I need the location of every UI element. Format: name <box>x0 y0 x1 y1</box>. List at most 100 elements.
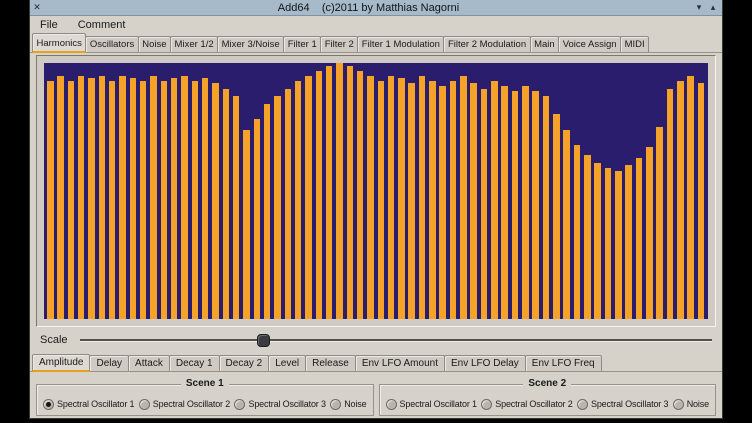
tab-filter-2-modulation[interactable]: Filter 2 Modulation <box>443 36 530 52</box>
tab-main[interactable]: Main <box>530 36 560 52</box>
harmonic-bar-33[interactable] <box>378 81 385 319</box>
harmonic-bar-40[interactable] <box>450 81 457 319</box>
harmonic-bar-41[interactable] <box>460 76 467 319</box>
slider-track[interactable] <box>80 339 712 342</box>
harmonic-bar-13[interactable] <box>171 78 178 319</box>
harmonic-bar-16[interactable] <box>202 78 209 319</box>
harmonic-bar-38[interactable] <box>429 81 436 319</box>
harmonic-bar-42[interactable] <box>470 83 477 319</box>
tab-filter-1[interactable]: Filter 1 <box>283 36 321 52</box>
harmonic-bar-23[interactable] <box>274 96 281 319</box>
harmonic-bar-43[interactable] <box>481 89 488 319</box>
radio-scene1-noise[interactable]: Noise <box>330 399 366 410</box>
scale-slider[interactable] <box>80 333 712 347</box>
radio-scene2-spectral-oscillator-3[interactable]: Spectral Oscillator 3 <box>577 399 668 410</box>
harmonic-bar-49[interactable] <box>543 96 550 319</box>
tab-harmonics[interactable]: Harmonics <box>32 33 86 53</box>
harmonic-bar-25[interactable] <box>295 81 302 319</box>
harmonic-bar-22[interactable] <box>264 104 271 319</box>
radio-scene1-spectral-oscillator-3[interactable]: Spectral Oscillator 3 <box>234 399 325 410</box>
harmonic-bar-14[interactable] <box>181 76 188 319</box>
tab-mixer-1-2[interactable]: Mixer 1/2 <box>170 36 218 52</box>
harmonic-bar-29[interactable] <box>336 63 343 319</box>
harmonic-bar-4[interactable] <box>78 76 85 319</box>
harmonic-bar-6[interactable] <box>99 76 106 319</box>
harmonic-bar-26[interactable] <box>305 76 312 319</box>
harmonic-bar-24[interactable] <box>285 89 292 319</box>
tab-filter-2[interactable]: Filter 2 <box>320 36 358 52</box>
harmonic-bar-53[interactable] <box>584 155 591 319</box>
harmonic-bar-32[interactable] <box>367 76 374 319</box>
harmonic-bar-48[interactable] <box>532 91 539 319</box>
shade-up-icon[interactable]: ▴ <box>707 2 719 14</box>
close-icon[interactable]: ✕ <box>30 2 44 13</box>
harmonic-bar-59[interactable] <box>646 147 653 319</box>
tab-delay[interactable]: Delay <box>89 355 129 371</box>
harmonic-bar-27[interactable] <box>316 71 323 319</box>
tab-decay-1[interactable]: Decay 1 <box>169 355 220 371</box>
harmonic-bar-5[interactable] <box>88 78 95 319</box>
harmonic-bar-63[interactable] <box>687 76 694 319</box>
harmonic-bar-61[interactable] <box>667 89 674 319</box>
harmonic-bar-9[interactable] <box>130 78 137 319</box>
menu-file[interactable]: File <box>37 18 61 32</box>
harmonic-bar-45[interactable] <box>501 86 508 319</box>
harmonic-bar-36[interactable] <box>408 83 415 319</box>
shade-down-icon[interactable]: ▾ <box>693 2 705 14</box>
radio-scene2-noise[interactable]: Noise <box>673 399 709 410</box>
harmonic-bar-28[interactable] <box>326 66 333 319</box>
harmonic-bar-20[interactable] <box>243 130 250 319</box>
harmonic-bar-51[interactable] <box>563 130 570 319</box>
tab-decay-2[interactable]: Decay 2 <box>219 355 270 371</box>
harmonic-bar-54[interactable] <box>594 163 601 319</box>
harmonic-bar-1[interactable] <box>47 81 54 319</box>
radio-scene1-spectral-oscillator-1[interactable]: Spectral Oscillator 1 <box>43 399 134 410</box>
radio-scene2-spectral-oscillator-1[interactable]: Spectral Oscillator 1 <box>386 399 477 410</box>
tab-filter-1-modulation[interactable]: Filter 1 Modulation <box>357 36 444 52</box>
harmonic-bar-39[interactable] <box>439 86 446 319</box>
tab-env-lfo-amount[interactable]: Env LFO Amount <box>355 355 445 371</box>
harmonic-bar-34[interactable] <box>388 76 395 319</box>
tab-env-lfo-freq[interactable]: Env LFO Freq <box>525 355 602 371</box>
radio-scene2-spectral-oscillator-2[interactable]: Spectral Oscillator 2 <box>481 399 572 410</box>
harmonic-bar-55[interactable] <box>605 168 612 319</box>
harmonic-bar-31[interactable] <box>357 71 364 319</box>
radio-scene1-spectral-oscillator-2[interactable]: Spectral Oscillator 2 <box>139 399 230 410</box>
harmonic-bar-44[interactable] <box>491 81 498 319</box>
tab-mixer-3-noise[interactable]: Mixer 3/Noise <box>217 36 284 52</box>
harmonic-bar-58[interactable] <box>636 158 643 319</box>
harmonic-bar-19[interactable] <box>233 96 240 319</box>
harmonic-bar-12[interactable] <box>161 81 168 319</box>
tab-attack[interactable]: Attack <box>128 355 170 371</box>
harmonic-bar-21[interactable] <box>254 119 261 319</box>
harmonic-bar-10[interactable] <box>140 81 147 319</box>
harmonic-bar-62[interactable] <box>677 81 684 319</box>
tab-level[interactable]: Level <box>268 355 306 371</box>
harmonic-bar-8[interactable] <box>119 76 126 319</box>
harmonic-bar-11[interactable] <box>150 76 157 319</box>
tab-midi[interactable]: MIDI <box>620 36 649 52</box>
harmonic-bar-64[interactable] <box>698 83 705 319</box>
harmonic-bar-37[interactable] <box>419 76 426 319</box>
harmonic-bar-30[interactable] <box>347 66 354 319</box>
harmonic-bar-3[interactable] <box>68 81 75 319</box>
harmonic-bar-50[interactable] <box>553 114 560 319</box>
tab-env-lfo-delay[interactable]: Env LFO Delay <box>444 355 526 371</box>
harmonic-bar-47[interactable] <box>522 86 529 319</box>
harmonic-bar-15[interactable] <box>192 81 199 319</box>
harmonic-bar-46[interactable] <box>512 91 519 319</box>
harmonic-bar-60[interactable] <box>656 127 663 319</box>
tab-voice-assign[interactable]: Voice Assign <box>558 36 621 52</box>
tab-release[interactable]: Release <box>305 355 356 371</box>
slider-handle[interactable] <box>257 334 270 347</box>
harmonic-bar-7[interactable] <box>109 81 116 319</box>
tab-noise[interactable]: Noise <box>138 36 171 52</box>
tab-amplitude[interactable]: Amplitude <box>32 354 90 372</box>
harmonic-bar-35[interactable] <box>398 78 405 319</box>
harmonic-bar-52[interactable] <box>574 145 581 319</box>
harmonic-bar-2[interactable] <box>57 76 64 319</box>
harmonic-bar-56[interactable] <box>615 171 622 319</box>
harmonic-bar-18[interactable] <box>223 89 230 319</box>
menu-comment[interactable]: Comment <box>75 18 129 32</box>
tab-oscillators[interactable]: Oscillators <box>85 36 138 52</box>
